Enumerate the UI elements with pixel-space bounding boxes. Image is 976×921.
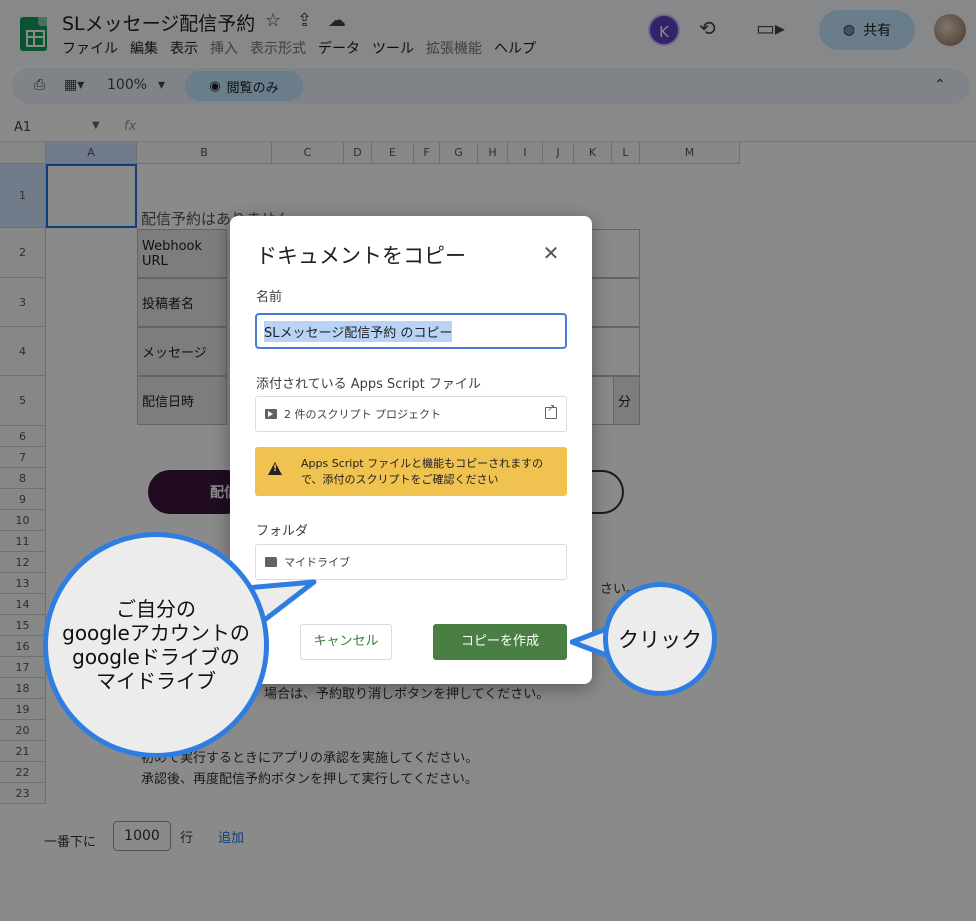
left-callout-line: googleドライブの <box>72 645 240 669</box>
folder-icon <box>265 557 277 567</box>
apps-script-icon <box>265 409 277 419</box>
attached-scripts-label: 添付されている Apps Script ファイル <box>256 377 481 392</box>
warning-banner: Apps Script ファイルと機能もコピーされますので、添付のスクリプトをご… <box>255 447 567 496</box>
create-copy-button[interactable]: コピーを作成 <box>433 624 567 660</box>
right-callout: クリック <box>603 582 717 696</box>
right-callout-text: クリック <box>618 628 702 652</box>
left-callout-line: マイドライブ <box>95 669 216 693</box>
name-input-value: SLメッセージ配信予約 のコピー <box>264 320 453 342</box>
warning-text: Apps Script ファイルと機能もコピーされますので、添付のスクリプトをご… <box>301 457 544 486</box>
open-external-icon[interactable] <box>545 403 557 419</box>
attached-scripts-value: 2 件のスクリプト プロジェクト <box>284 408 441 421</box>
dialog-title: ドキュメントをコピー <box>256 244 466 268</box>
warning-icon <box>268 462 282 475</box>
folder-label: フォルダ <box>256 524 309 539</box>
name-input[interactable]: SLメッセージ配信予約 のコピー <box>255 313 567 349</box>
folder-value: マイドライブ <box>284 556 350 569</box>
attached-scripts-field[interactable]: 2 件のスクリプト プロジェクト <box>255 396 567 432</box>
name-label: 名前 <box>256 290 283 305</box>
left-callout-line: ご自分の <box>115 597 196 621</box>
left-callout-line: googleアカウントの <box>62 621 250 645</box>
close-icon[interactable]: ✕ <box>540 242 562 264</box>
left-callout: ご自分の googleアカウントの googleドライブの マイドライブ <box>43 532 269 758</box>
